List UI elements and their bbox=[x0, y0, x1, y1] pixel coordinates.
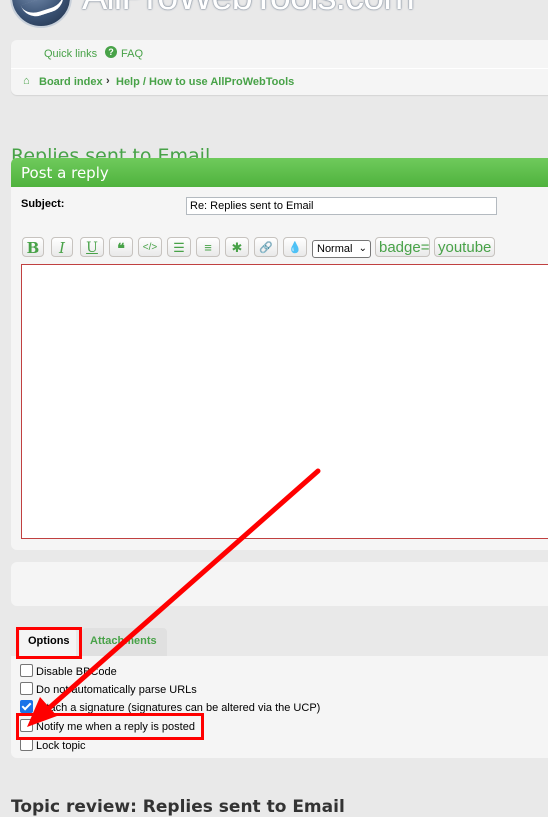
arrow-head bbox=[27, 697, 57, 727]
annotation-arrow bbox=[27, 468, 321, 727]
topic-review-title: Topic review: Replies sent to Email bbox=[11, 797, 345, 817]
arrow-shaft bbox=[37, 468, 321, 719]
